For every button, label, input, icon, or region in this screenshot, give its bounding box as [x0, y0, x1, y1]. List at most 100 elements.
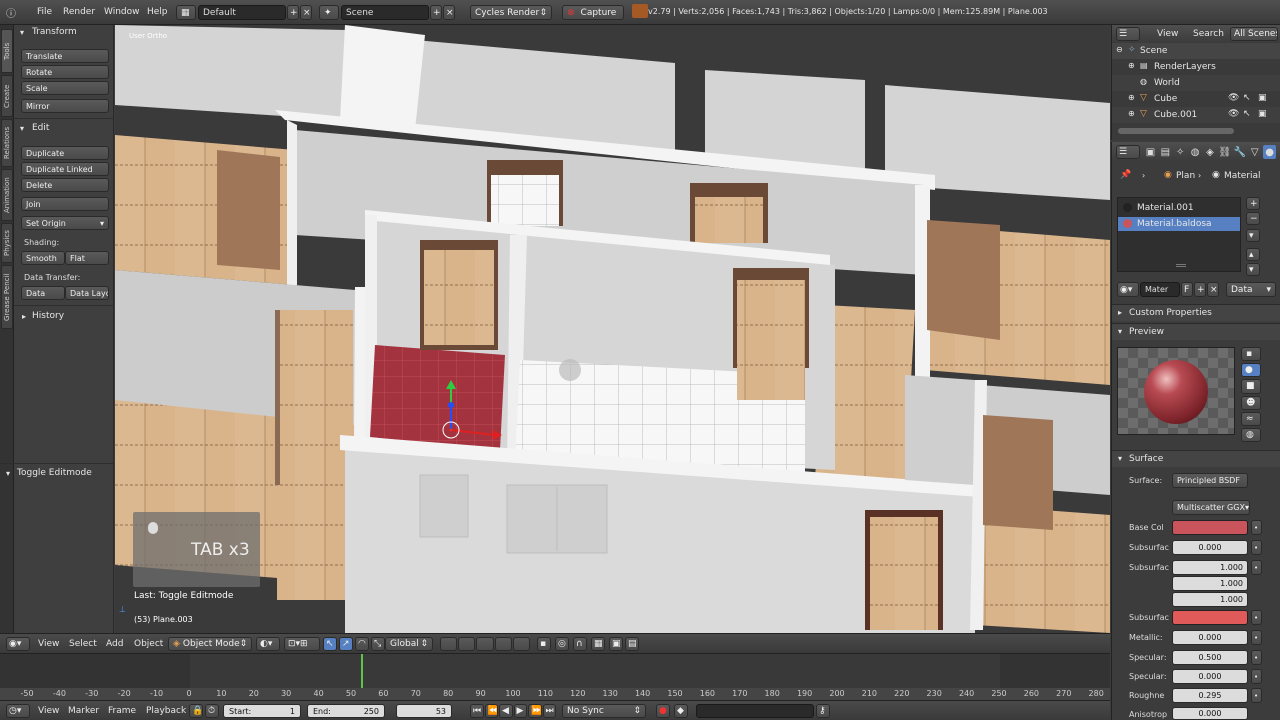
cursor-icon[interactable]: ↖: [1243, 109, 1251, 119]
history-panel-title[interactable]: History: [32, 311, 64, 321]
duplicate-linked-button[interactable]: Duplicate Linked: [21, 162, 109, 176]
sync-mode-select[interactable]: No Sync ⇕: [562, 704, 646, 718]
collapse-arrow-icon[interactable]: ▾: [20, 124, 24, 133]
link-socket-button[interactable]: •: [1251, 560, 1262, 575]
translate-manipulator[interactable]: ↗: [339, 637, 353, 651]
menu-window[interactable]: Window: [104, 7, 140, 17]
select-menu[interactable]: Select: [69, 639, 97, 649]
play-icon[interactable]: ▶: [513, 704, 527, 718]
timeline[interactable]: -50 -40 -30 -20 -10 0 10 20 30 40 50 60 70 80 90 100 110…: [0, 653, 1110, 701]
remove-layout-button[interactable]: ×: [300, 5, 312, 20]
material-browse-button[interactable]: ◉▾: [1117, 282, 1139, 297]
display-mode-select[interactable]: All Scenes: [1230, 27, 1278, 41]
layer-button[interactable]: [458, 637, 476, 651]
custom-properties-panel[interactable]: ▸ Custom Properties: [1112, 304, 1280, 321]
join-button[interactable]: Join: [21, 197, 109, 211]
editor-type-icon[interactable]: ☰: [1116, 145, 1140, 159]
outliner-row[interactable]: ⊕ ▽ Cube 👁 ↖ ▣: [1112, 91, 1280, 107]
tab-physics[interactable]: Physics: [1, 223, 13, 263]
material-name-field[interactable]: Mater: [1140, 282, 1180, 297]
layer-button[interactable]: [512, 637, 531, 651]
distribution-select[interactable]: Multiscatter GGX ▾: [1172, 500, 1250, 515]
list-item[interactable]: Material.baldosa: [1118, 217, 1240, 231]
toggle-editmode-operator-title[interactable]: Toggle Editmode: [17, 468, 92, 478]
collapse-arrow-icon[interactable]: ▾: [20, 28, 24, 37]
auto-key-icon[interactable]: ●: [656, 704, 670, 718]
camera-icon[interactable]: ▣: [1258, 109, 1267, 119]
remove-slot-button[interactable]: −: [1246, 212, 1260, 225]
tab-create[interactable]: Create: [1, 75, 13, 117]
transform-panel-title[interactable]: Transform: [32, 27, 77, 37]
list-item[interactable]: Material.001: [1118, 201, 1240, 215]
scene-field[interactable]: Scene: [341, 5, 429, 20]
cube-preview-icon[interactable]: ■: [1241, 379, 1261, 394]
scene-icon[interactable]: ✧: [1174, 145, 1187, 159]
shading-mode-button[interactable]: ◐▾: [256, 637, 280, 651]
link-socket-button[interactable]: •: [1251, 630, 1262, 645]
keying-set-field[interactable]: [696, 704, 814, 718]
smooth-button[interactable]: Smooth: [21, 251, 65, 265]
modifier-icon[interactable]: 🔧: [1233, 145, 1246, 159]
scale-manipulator[interactable]: ⤡: [371, 637, 385, 651]
link-socket-button[interactable]: •: [1251, 650, 1262, 665]
specials-button[interactable]: ▾: [1246, 229, 1260, 242]
specular-field[interactable]: 0.500: [1172, 650, 1248, 665]
editor-type-icon[interactable]: ☰: [1116, 27, 1140, 41]
keying-set-icon[interactable]: ◆: [674, 704, 688, 718]
outliner-scrollbar[interactable]: [1118, 128, 1234, 134]
add-slot-button[interactable]: +: [1246, 197, 1260, 210]
world-icon[interactable]: ◍: [1189, 145, 1202, 159]
camera-icon[interactable]: ▣: [1258, 93, 1267, 103]
move-up-button[interactable]: ▴: [1246, 248, 1260, 261]
current-frame-marker[interactable]: [361, 654, 363, 688]
link-data-select[interactable]: Data ▾: [1226, 282, 1276, 297]
edit-panel-title[interactable]: Edit: [32, 123, 49, 133]
monkey-preview-icon[interactable]: ☻: [1241, 395, 1261, 410]
tab-relations[interactable]: Relations: [1, 119, 13, 167]
lock-icon[interactable]: 🔒: [189, 704, 203, 718]
flat-button[interactable]: Flat: [65, 251, 109, 265]
remove-scene-button[interactable]: ×: [443, 5, 455, 20]
object-menu[interactable]: Object: [134, 639, 163, 649]
delete-button[interactable]: Delete: [21, 178, 109, 192]
prev-keyframe-icon[interactable]: ⏪: [484, 704, 498, 718]
fake-user-button[interactable]: F: [1181, 282, 1193, 297]
editor-type-icon[interactable]: ◷▾: [6, 704, 30, 718]
object-icon[interactable]: ◈: [1204, 145, 1217, 159]
scale-button[interactable]: Scale: [21, 81, 109, 95]
flat-preview-icon[interactable]: ▪: [1241, 347, 1261, 362]
hair-preview-icon[interactable]: ≈: [1241, 411, 1261, 426]
metallic-field[interactable]: 0.000: [1172, 630, 1248, 645]
subsurface-color-swatch[interactable]: [1172, 610, 1248, 625]
surface-shader-select[interactable]: Principled BSDF: [1172, 473, 1248, 488]
data-button[interactable]: Data: [21, 286, 65, 300]
start-frame-field[interactable]: Start: 1: [223, 704, 301, 718]
frame-menu[interactable]: Frame: [108, 706, 136, 716]
layers-icon[interactable]: ▤: [1159, 145, 1172, 159]
layer-button[interactable]: [476, 637, 494, 651]
resize-grip[interactable]: [1176, 264, 1186, 267]
proportional-edit-icon[interactable]: ◎: [555, 637, 569, 651]
play-reverse-icon[interactable]: ◀: [499, 704, 513, 718]
preview-range-icon[interactable]: ⏱: [205, 704, 219, 718]
new-material-button[interactable]: +: [1194, 282, 1206, 297]
editor-type-icon[interactable]: ◉▾: [6, 637, 30, 651]
render-engine-select[interactable]: Cycles Render ⇕: [470, 5, 552, 20]
playback-menu[interactable]: Playback: [146, 706, 186, 716]
anisotropic-field[interactable]: 0.000: [1172, 707, 1248, 720]
capture-button[interactable]: ⊗ Capture: [562, 5, 624, 20]
insert-keyframe-icon[interactable]: ⚷: [816, 704, 830, 718]
unlink-material-button[interactable]: ×: [1207, 282, 1219, 297]
roughness-field[interactable]: 0.295: [1172, 688, 1248, 703]
radius-x-field[interactable]: 1.000: [1172, 560, 1248, 575]
world-preview-icon[interactable]: ◍: [1241, 427, 1261, 443]
link-socket-button[interactable]: •: [1251, 669, 1262, 684]
link-socket-button[interactable]: •: [1251, 540, 1262, 555]
link-socket-button[interactable]: •: [1251, 610, 1262, 625]
render-preview-icon[interactable]: ▣: [609, 637, 623, 651]
surface-panel-header[interactable]: ▾ Surface: [1112, 450, 1280, 467]
marker-menu[interactable]: Marker: [68, 706, 99, 716]
collapse-arrow-icon[interactable]: ▾: [6, 469, 10, 478]
expand-icon[interactable]: ⊕: [1128, 61, 1135, 70]
info-editor-icon[interactable]: ⓘ: [4, 5, 18, 20]
